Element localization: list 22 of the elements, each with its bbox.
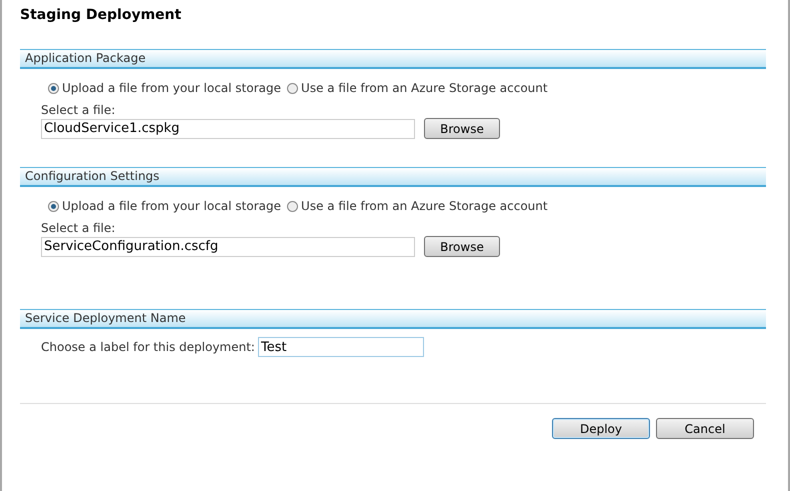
section-header: Configuration Settings bbox=[20, 167, 766, 187]
cancel-button[interactable]: Cancel bbox=[656, 418, 754, 439]
radio-button[interactable] bbox=[48, 200, 59, 212]
browse-button[interactable]: Browse bbox=[424, 236, 500, 257]
section-header: Application Package bbox=[20, 49, 766, 69]
field-label: Select a file: bbox=[40, 220, 116, 235]
radio-button[interactable] bbox=[48, 82, 59, 94]
file-path-field[interactable]: CloudService1.cspkg bbox=[41, 118, 415, 138]
field-label: Select a file: bbox=[40, 102, 116, 117]
deployment-label-field[interactable]: Test bbox=[258, 337, 424, 357]
browse-button[interactable]: Browse bbox=[424, 118, 500, 139]
radio-label: Upload a file from your local storage bbox=[62, 81, 282, 95]
file-path-field[interactable]: ServiceConfiguration.cscfg bbox=[41, 236, 415, 256]
deploy-button[interactable]: Deploy bbox=[552, 418, 650, 439]
radio-label: Use a file from an Azure Storage account bbox=[301, 81, 548, 95]
radio-button[interactable] bbox=[287, 200, 298, 212]
radio-label: Upload a file from your local storage bbox=[62, 199, 282, 213]
radio-button[interactable] bbox=[287, 82, 298, 94]
radio-label: Use a file from an Azure Storage account bbox=[301, 199, 548, 213]
section-header: Service Deployment Name bbox=[20, 309, 766, 329]
field-label: Choose a label for this deployment: bbox=[41, 340, 255, 354]
dialog-title: Staging Deployment bbox=[20, 7, 182, 25]
